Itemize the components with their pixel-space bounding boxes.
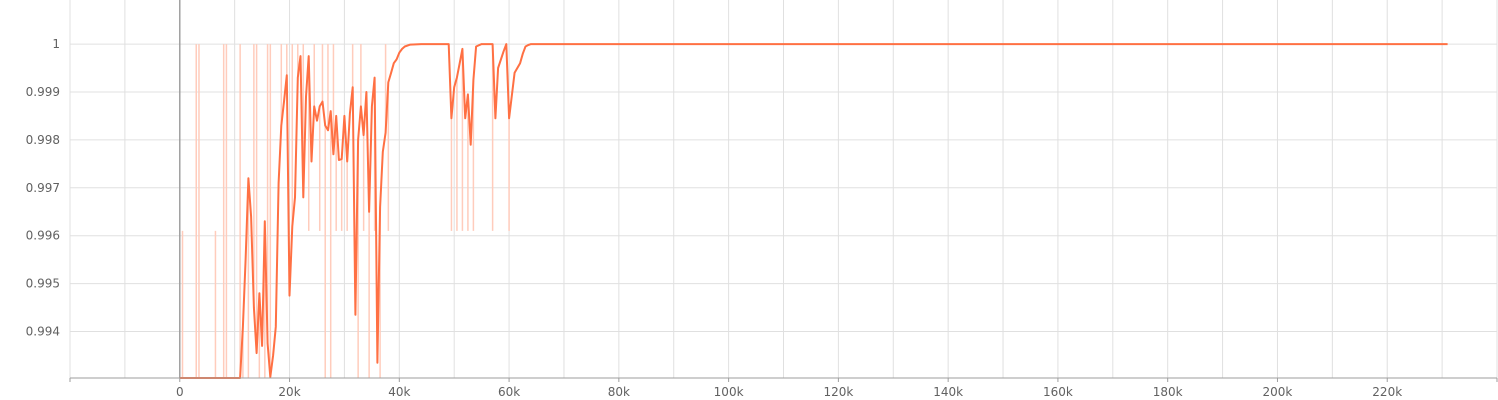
x-tick-label: 220k <box>1372 385 1402 399</box>
x-tick-label: 80k <box>608 385 630 399</box>
y-tick-label: 0.999 <box>26 85 60 99</box>
x-tick-label: 100k <box>714 385 744 399</box>
raw-series <box>181 44 510 378</box>
x-tick-label: 60k <box>498 385 520 399</box>
y-tick-label: 0.994 <box>26 325 60 339</box>
x-tick-label: 200k <box>1263 385 1293 399</box>
x-gridlines <box>69 0 1498 378</box>
y-tick-label: 0.998 <box>26 133 60 147</box>
y-tick-label: 1 <box>52 37 60 51</box>
x-tick-label: 120k <box>823 385 853 399</box>
y-tick-label: 0.996 <box>26 229 60 243</box>
y-axis-ticks: 0.994 0.995 0.996 0.997 0.998 0.999 1 1 <box>26 0 60 339</box>
y-tick-label: 0.997 <box>26 181 60 195</box>
smoothed-series-line <box>179 43 1448 379</box>
x-tick-label: 160k <box>1043 385 1073 399</box>
x-tick-label: 0 <box>176 385 184 399</box>
x-tick-label: 140k <box>933 385 963 399</box>
y-tick-label: 1 <box>52 0 60 3</box>
x-tick-label: 40k <box>388 385 410 399</box>
x-tick-label: 180k <box>1153 385 1183 399</box>
line-chart: 0 20k 40k 60k 80k 100k 120k 140k 160k 180k 200k 220… <box>26 0 1498 399</box>
x-tick-label: 20k <box>278 385 300 399</box>
y-tick-label: 0.995 <box>26 277 60 291</box>
x-axis-ticks: 0 20k 40k 60k 80k 100k 120k 140k 160k 180k 200k 220… <box>69 378 1498 399</box>
